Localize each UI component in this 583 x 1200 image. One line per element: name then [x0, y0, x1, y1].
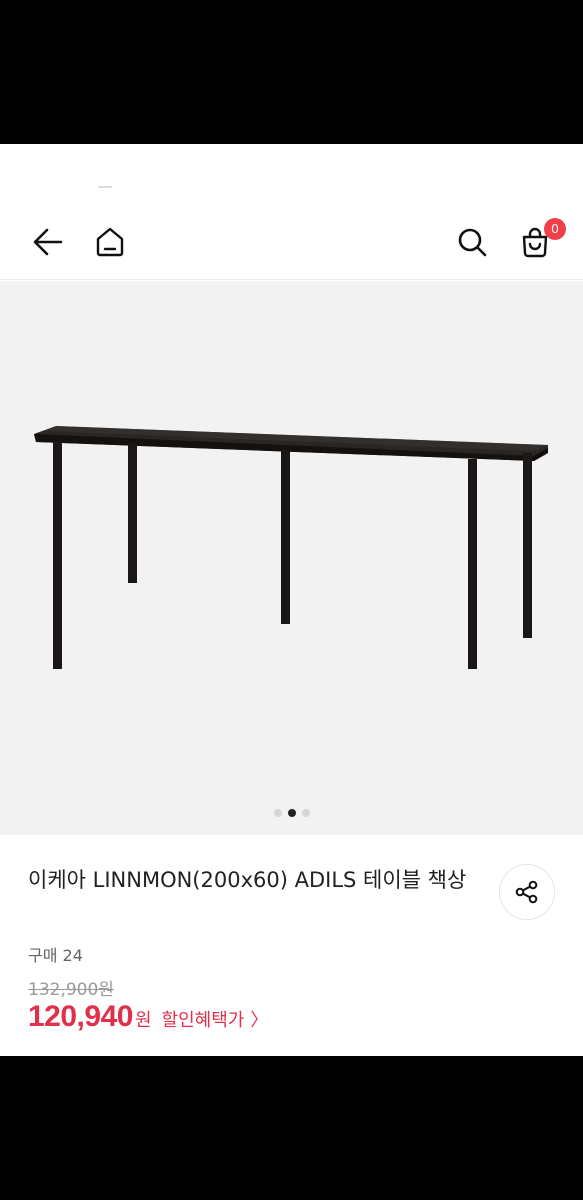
status-bar: [0, 144, 583, 206]
product-info: 이케아 LINNMON(200x60) ADILS 테이블 책상 구매 24 1…: [0, 835, 583, 1056]
home-button[interactable]: [90, 222, 130, 262]
cart-count-badge: 0: [544, 218, 566, 240]
home-icon: [96, 227, 124, 257]
carousel-indicator: [0, 809, 583, 819]
purchase-count: 구매 24: [28, 946, 83, 965]
search-icon: [458, 228, 487, 257]
product-title: 이케아 LINNMON(200x60) ADILS 테이블 책상: [28, 868, 467, 892]
sale-price-row: 120,940 원 할인혜택가 〉: [28, 1000, 268, 1034]
carousel-dot-active[interactable]: [287, 809, 296, 817]
share-button[interactable]: [499, 864, 555, 920]
top-navigation: 0: [0, 206, 583, 280]
arrow-left-icon: [33, 228, 63, 256]
currency-unit: 원: [134, 1010, 152, 1031]
original-price: 132,900원: [28, 980, 114, 1000]
carousel-dot[interactable]: [273, 809, 282, 817]
share-icon: [515, 880, 538, 904]
search-button[interactable]: [452, 222, 492, 262]
chevron-right-icon[interactable]: 〉: [250, 1006, 268, 1032]
sale-price: 120,940: [28, 1000, 133, 1033]
product-image-carousel[interactable]: [0, 281, 583, 835]
status-indicator: [98, 186, 112, 188]
product-image: [34, 426, 548, 669]
back-button[interactable]: [28, 222, 68, 262]
bottom-letterbox: [0, 1056, 583, 1200]
top-letterbox: [0, 0, 583, 144]
discount-benefit-link[interactable]: 할인혜택가: [162, 1006, 245, 1032]
cart-button[interactable]: 0: [515, 218, 566, 262]
carousel-dot[interactable]: [301, 809, 310, 817]
app-screen: 0 이케아 LINNMON(200x60) ADILS 테이블 책상 구매 24…: [0, 144, 583, 1056]
